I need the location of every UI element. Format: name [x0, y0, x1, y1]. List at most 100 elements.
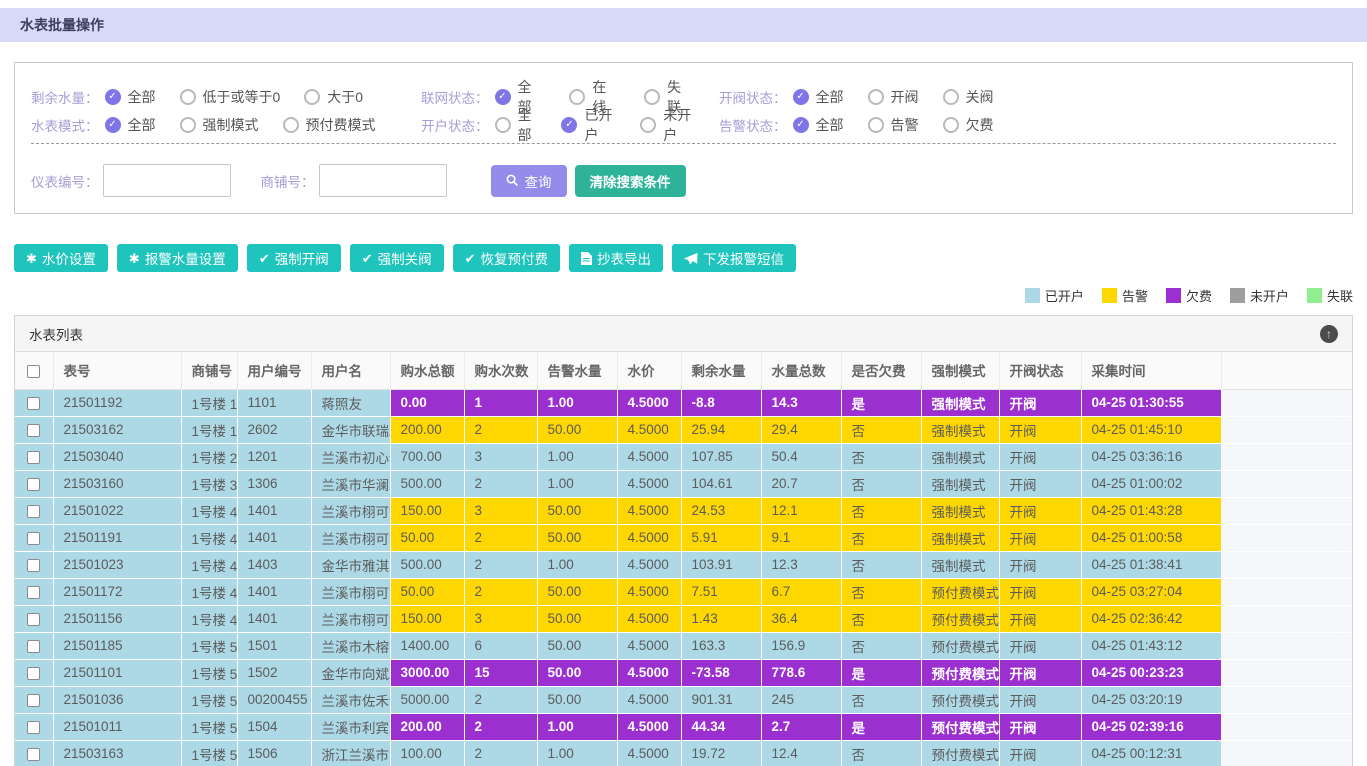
action-button[interactable]: ✱报警水量设置	[117, 244, 238, 272]
row-checkbox[interactable]	[27, 721, 40, 734]
radio-option[interactable]: 强制模式	[180, 115, 259, 135]
table-cell: 预付费模式	[921, 659, 999, 686]
table-row: 215031621号楼 1042602金华市联瑞工贸200.00250.004.…	[15, 416, 1352, 443]
radio-unchecked-icon[interactable]	[943, 117, 959, 133]
radio-option[interactable]: 欠费	[943, 115, 994, 135]
radio-checked-icon[interactable]	[105, 117, 121, 133]
radio-checked-icon[interactable]	[793, 89, 809, 105]
meter-number-label: 仪表编号：	[31, 171, 99, 191]
table-cell: 否	[841, 686, 921, 713]
radio-unchecked-icon[interactable]	[569, 89, 585, 105]
row-checkbox[interactable]	[27, 451, 40, 464]
shop-number-input[interactable]	[319, 164, 447, 197]
radio-unchecked-icon[interactable]	[180, 117, 196, 133]
table-cell: 否	[841, 632, 921, 659]
radio-option[interactable]: 开阀	[868, 87, 919, 107]
radio-unchecked-icon[interactable]	[304, 89, 320, 105]
row-checkbox[interactable]	[27, 667, 40, 680]
column-header: 商铺号	[181, 352, 237, 389]
action-button[interactable]: ✔强制关阀	[350, 244, 444, 272]
radio-option-label: 全部	[128, 87, 156, 107]
action-button-label: 水价设置	[42, 248, 96, 268]
row-checkbox[interactable]	[27, 586, 40, 599]
gear-icon: ✱	[129, 252, 140, 265]
radio-unchecked-icon[interactable]	[283, 117, 299, 133]
shop-number-label: 商铺号：	[261, 171, 315, 191]
radio-unchecked-icon[interactable]	[640, 117, 656, 133]
table-cell: 04-25 02:39:16	[1081, 713, 1221, 740]
table-cell: 兰溪市佐禾饭店	[311, 686, 390, 713]
radio-option[interactable]: 全部	[495, 105, 538, 145]
action-button[interactable]: 抄表导出	[569, 244, 663, 272]
action-button-label: 强制开阀	[275, 248, 329, 268]
legend-label: 失联	[1327, 286, 1353, 305]
row-checkbox[interactable]	[27, 397, 40, 410]
table-cell: 21503040	[53, 443, 181, 470]
filter-row: 剩余水量：全部低于或等于0大于0联网状态：全部在线失联开阀状态：全部开阀关阀	[31, 77, 1336, 105]
table-cell: 1506	[237, 740, 311, 766]
action-button[interactable]: ✱水价设置	[14, 244, 108, 272]
radio-option[interactable]: 全部	[793, 87, 844, 107]
radio-checked-icon[interactable]	[495, 89, 511, 105]
table-cell: 50.00	[537, 578, 617, 605]
table-cell: 2	[464, 524, 537, 551]
row-checkbox[interactable]	[27, 505, 40, 518]
column-header: 用户名	[311, 352, 390, 389]
table-cell: 4.5000	[617, 686, 681, 713]
row-checkbox[interactable]	[27, 694, 40, 707]
table-row: 215030401号楼 2011201兰溪市初心饭店700.0031.004.5…	[15, 443, 1352, 470]
collapse-up-button[interactable]: ↑	[1320, 325, 1338, 343]
radio-checked-icon[interactable]	[105, 89, 121, 105]
radio-unchecked-icon[interactable]	[495, 117, 511, 133]
radio-option[interactable]: 未开户	[640, 105, 695, 145]
row-checkbox[interactable]	[27, 532, 40, 545]
table-cell: 50.00	[537, 524, 617, 551]
table-cell-empty	[1221, 470, 1352, 497]
clear-search-button[interactable]: 清除搜索条件	[575, 165, 686, 197]
radio-option[interactable]: 低于或等于0	[180, 87, 281, 107]
row-checkbox-cell	[15, 713, 53, 740]
select-all-checkbox[interactable]	[27, 365, 40, 378]
table-cell: 1504	[237, 713, 311, 740]
radio-option-label: 全部	[518, 105, 538, 145]
radio-option[interactable]: 已开户	[561, 105, 616, 145]
radio-option[interactable]: 告警	[868, 115, 919, 135]
meter-number-input[interactable]	[103, 164, 231, 197]
check-icon: ✔	[259, 252, 270, 265]
radio-unchecked-icon[interactable]	[868, 89, 884, 105]
row-checkbox[interactable]	[27, 559, 40, 572]
table-cell: 04-25 02:36:42	[1081, 605, 1221, 632]
table-cell: 否	[841, 497, 921, 524]
table-cell: 04-25 01:38:41	[1081, 551, 1221, 578]
radio-option[interactable]: 全部	[105, 115, 156, 135]
table-cell: 12.4	[761, 740, 841, 766]
row-checkbox[interactable]	[27, 613, 40, 626]
action-button[interactable]: 下发报警短信	[672, 244, 796, 272]
radio-unchecked-icon[interactable]	[868, 117, 884, 133]
radio-unchecked-icon[interactable]	[644, 89, 660, 105]
filter-row: 水表模式：全部强制模式预付费模式开户状态：全部已开户未开户告警状态：全部告警欠费	[31, 105, 1336, 133]
radio-unchecked-icon[interactable]	[180, 89, 196, 105]
radio-option[interactable]: 大于0	[304, 87, 363, 107]
table-cell: 50.00	[390, 578, 464, 605]
table-cell: 开阀	[999, 740, 1081, 766]
action-button[interactable]: ✔恢复预付费	[453, 244, 560, 272]
radio-option[interactable]: 预付费模式	[283, 115, 376, 135]
row-checkbox[interactable]	[27, 748, 40, 761]
table-cell: 778.6	[761, 659, 841, 686]
table-cell: 1401	[237, 524, 311, 551]
table-cell: 否	[841, 524, 921, 551]
radio-checked-icon[interactable]	[793, 117, 809, 133]
radio-unchecked-icon[interactable]	[943, 89, 959, 105]
query-button[interactable]: 查询	[491, 165, 567, 197]
row-checkbox[interactable]	[27, 424, 40, 437]
radio-checked-icon[interactable]	[561, 117, 577, 133]
radio-option[interactable]: 关阀	[943, 87, 994, 107]
action-button[interactable]: ✔ 强制开阀	[247, 244, 341, 272]
radio-option[interactable]: 全部	[105, 87, 156, 107]
radio-option[interactable]: 全部	[793, 115, 844, 135]
row-checkbox[interactable]	[27, 478, 40, 491]
table-cell: 否	[841, 470, 921, 497]
row-checkbox[interactable]	[27, 640, 40, 653]
table-cell: 开阀	[999, 470, 1081, 497]
